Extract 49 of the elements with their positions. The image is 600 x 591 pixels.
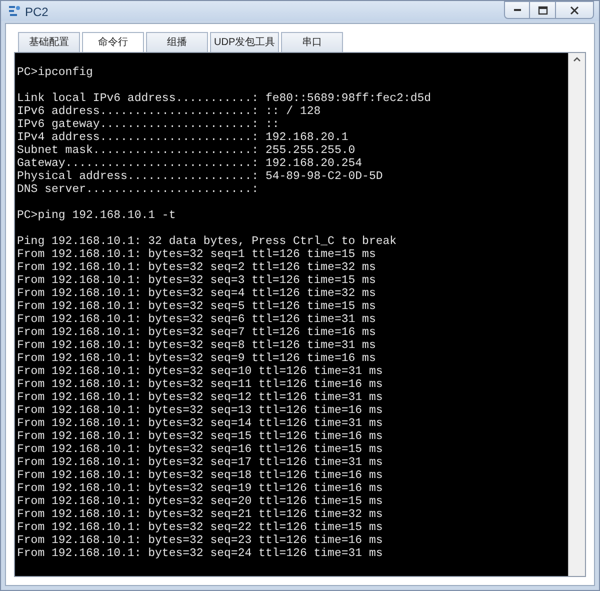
maximize-icon bbox=[538, 6, 548, 14]
terminal-line: From 192.168.10.1: bytes=32 seq=15 ttl=126 time=16 ms bbox=[17, 430, 383, 443]
terminal-line: IPv4 address......................: 192.168.20.1 bbox=[17, 131, 348, 144]
terminal-line: From 192.168.10.1: bytes=32 seq=24 ttl=126 time=31 ms bbox=[17, 547, 383, 560]
tab[interactable]: 串口 bbox=[281, 32, 344, 52]
terminal-line: From 192.168.10.1: bytes=32 seq=14 ttl=126 time=31 ms bbox=[17, 417, 383, 430]
terminal-line: From 192.168.10.1: bytes=32 seq=22 ttl=126 time=15 ms bbox=[17, 521, 383, 534]
terminal-line: IPv6 gateway......................: :: bbox=[17, 118, 280, 131]
terminal-line: PC>ping 192.168.10.1 -t bbox=[17, 209, 176, 222]
terminal-line: PC>ipconfig bbox=[17, 66, 93, 79]
terminal-line: From 192.168.10.1: bytes=32 seq=21 ttl=126 time=32 ms bbox=[17, 508, 383, 521]
terminal-line: From 192.168.10.1: bytes=32 seq=19 ttl=126 time=16 ms bbox=[17, 482, 383, 495]
window-title: PC2 bbox=[25, 4, 48, 21]
terminal-line: Physical address..................: 54-89-98-C2-0D-5D bbox=[17, 170, 383, 183]
terminal-line: From 192.168.10.1: bytes=32 seq=13 ttl=126 time=16 ms bbox=[17, 404, 383, 417]
terminal-line: Subnet mask.......................: 255.255.255.0 bbox=[17, 144, 356, 157]
minimize-button[interactable] bbox=[504, 1, 530, 19]
terminal-line: DNS server........................: bbox=[17, 183, 259, 196]
scrollbar[interactable] bbox=[568, 53, 585, 576]
minimize-icon bbox=[514, 9, 520, 11]
close-icon bbox=[570, 6, 579, 14]
tab[interactable]: 命令行 bbox=[82, 32, 144, 52]
terminal-line: From 192.168.10.1: bytes=32 seq=11 ttl=126 time=16 ms bbox=[17, 378, 383, 391]
terminal-line: From 192.168.10.1: bytes=32 seq=5 ttl=126 time=15 ms bbox=[17, 300, 376, 313]
terminal-line: From 192.168.10.1: bytes=32 seq=7 ttl=126 time=16 ms bbox=[17, 326, 376, 339]
terminal-line: From 192.168.10.1: bytes=32 seq=23 ttl=126 time=16 ms bbox=[17, 534, 383, 547]
terminal-line: From 192.168.10.1: bytes=32 seq=1 ttl=126 time=15 ms bbox=[17, 248, 376, 261]
terminal-line: IPv6 address......................: :: / 128 bbox=[17, 105, 321, 118]
app-icon bbox=[7, 4, 21, 18]
terminal-line: From 192.168.10.1: bytes=32 seq=12 ttl=126 time=31 ms bbox=[17, 391, 383, 404]
terminal-line: From 192.168.10.1: bytes=32 seq=4 ttl=126 time=32 ms bbox=[17, 287, 376, 300]
tab[interactable]: UDP发包工具 bbox=[210, 32, 280, 52]
terminal-line: From 192.168.10.1: bytes=32 seq=6 ttl=126 time=31 ms bbox=[17, 313, 376, 326]
tab[interactable]: 组播 bbox=[146, 32, 208, 52]
tab[interactable]: 基础配置 bbox=[18, 32, 80, 52]
terminal-line: Link local IPv6 address...........: fe80::5689:98ff:fec2:d5d bbox=[17, 92, 432, 105]
terminal-line: From 192.168.10.1: bytes=32 seq=8 ttl=126 time=31 ms bbox=[17, 339, 376, 352]
close-button[interactable] bbox=[556, 1, 594, 19]
terminal-line: Ping 192.168.10.1: 32 data bytes, Press Ctrl_C to break bbox=[17, 235, 397, 248]
terminal-line: From 192.168.10.1: bytes=32 seq=10 ttl=126 time=31 ms bbox=[17, 365, 383, 378]
terminal-line: From 192.168.10.1: bytes=32 seq=2 ttl=126 time=32 ms bbox=[17, 261, 376, 274]
terminal-line: From 192.168.10.1: bytes=32 seq=18 ttl=126 time=16 ms bbox=[17, 469, 383, 482]
terminal-line: From 192.168.10.1: bytes=32 seq=16 ttl=126 time=15 ms bbox=[17, 443, 383, 456]
maximize-button[interactable] bbox=[530, 1, 556, 19]
terminal-line: Gateway...........................: 192.168.20.254 bbox=[17, 157, 362, 170]
terminal-line: From 192.168.10.1: bytes=32 seq=20 ttl=126 time=15 ms bbox=[17, 495, 383, 508]
terminal-line: From 192.168.10.1: bytes=32 seq=17 ttl=126 time=31 ms bbox=[17, 456, 383, 469]
terminal-line: From 192.168.10.1: bytes=32 seq=9 ttl=126 time=16 ms bbox=[17, 352, 376, 365]
terminal-line: From 192.168.10.1: bytes=32 seq=3 ttl=126 time=15 ms bbox=[17, 274, 376, 287]
